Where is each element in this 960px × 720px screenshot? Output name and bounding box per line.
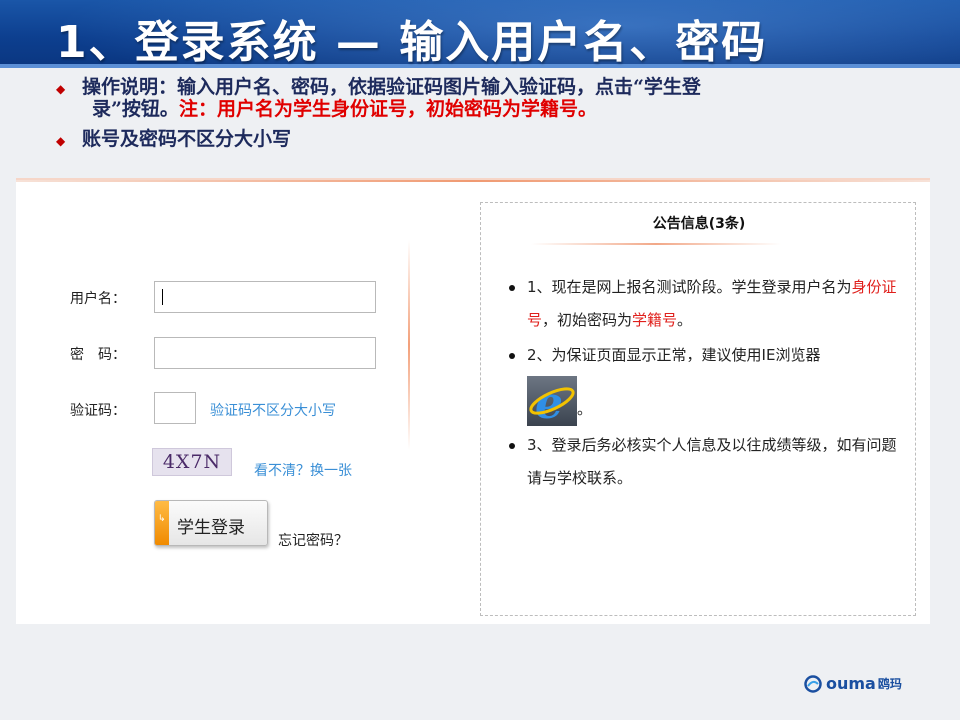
instruction-row-2: ◆ 账号及密码不区分大小写 — [52, 128, 932, 150]
username-label: 用户名： — [70, 291, 126, 307]
notice-item-1: 1、现在是网上报名测试阶段。学生登录用户名为身份证号，初始密码为学籍号。 — [509, 271, 907, 337]
notice-title-underline — [531, 243, 781, 245]
notice-2-text-b: 。 — [577, 400, 593, 418]
ie-browser-icon: e — [527, 376, 577, 426]
logo-cn: 鸥玛 — [877, 677, 902, 691]
panel-divider — [408, 240, 410, 450]
forgot-password-link[interactable]: 忘记密码？ — [278, 530, 348, 550]
ouma-logo-icon — [804, 674, 822, 693]
instruction-text-1: 操作说明：输入用户名、密码，依据验证码图片输入验证码，点击“学生登 — [82, 76, 701, 98]
notice-1-text-c: 。 — [677, 311, 693, 329]
login-button-label: 学生登录 — [177, 518, 245, 538]
svg-text:e: e — [535, 378, 563, 426]
instructions: ◆ 操作说明：输入用户名、密码，依据验证码图片输入验证码，点击“学生登 录”按钮… — [52, 76, 932, 150]
captcha-hint: 验证码不区分大小写 — [210, 403, 336, 419]
bullet-diamond-icon: ◆ — [56, 82, 66, 96]
captcha-label: 验证码： — [70, 403, 126, 419]
captcha-input[interactable] — [154, 392, 196, 424]
notice-1-text-b: ，初始密码为 — [542, 311, 633, 329]
password-label: 密 码： — [70, 347, 126, 363]
notice-1-text-a: 1、现在是网上报名测试阶段。学生登录用户名为 — [527, 278, 852, 296]
bullet-dot-icon — [509, 443, 515, 449]
page-title: 1、登录系统 — 输入用户名、密码 — [56, 17, 768, 68]
password-input[interactable] — [154, 337, 376, 369]
ouma-logo: ouma 鸥玛 — [804, 674, 902, 693]
login-panel: 用户名： 密 码： 验证码： 验证码不区分大小写 4X7N 看不清？换一张 ↳ … — [16, 178, 930, 624]
refresh-captcha-link[interactable]: 看不清？换一张 — [254, 460, 352, 480]
instruction-text-2: 账号及密码不区分大小写 — [82, 128, 292, 150]
instruction-note: 注：用户名为学生身份证号，初始密码为学籍号。 — [178, 98, 597, 120]
username-input[interactable] — [154, 281, 376, 313]
bullet-dot-icon — [509, 353, 515, 359]
notice-2-text-a: 2、为保证页面显示正常，建议使用IE浏览器 — [527, 346, 821, 364]
notice-item-2: 2、为保证页面显示正常，建议使用IE浏览器 e 。 — [509, 339, 907, 426]
logo-brand: ouma — [826, 674, 876, 693]
notice-1-red-xueji: 学籍号 — [632, 311, 678, 329]
notice-3-text: 3、登录后务必核实个人信息及以往成绩等级，如有问题请与学校联系。 — [527, 436, 897, 487]
bullet-diamond-icon: ◆ — [56, 134, 66, 148]
panel-top-line — [16, 180, 930, 182]
button-tab-icon: ↳ — [155, 501, 169, 545]
notice-box: 公告信息(3条) 1、现在是网上报名测试阶段。学生登录用户名为身份证号，初始密码… — [480, 202, 916, 616]
instruction-row-1: ◆ 操作说明：输入用户名、密码，依据验证码图片输入验证码，点击“学生登 录”按钮… — [52, 76, 932, 120]
student-login-button[interactable]: ↳ 学生登录 — [154, 500, 268, 546]
text-caret — [162, 289, 163, 305]
header-banner: 1、登录系统 — 输入用户名、密码 — [0, 0, 960, 68]
bullet-dot-icon — [509, 285, 515, 291]
captcha-image[interactable]: 4X7N — [152, 448, 232, 476]
instruction-text-1-cont: 录”按钮。 — [92, 98, 179, 120]
notice-title: 公告信息(3条) — [652, 216, 746, 232]
notice-item-3: 3、登录后务必核实个人信息及以往成绩等级，如有问题请与学校联系。 — [509, 429, 907, 495]
